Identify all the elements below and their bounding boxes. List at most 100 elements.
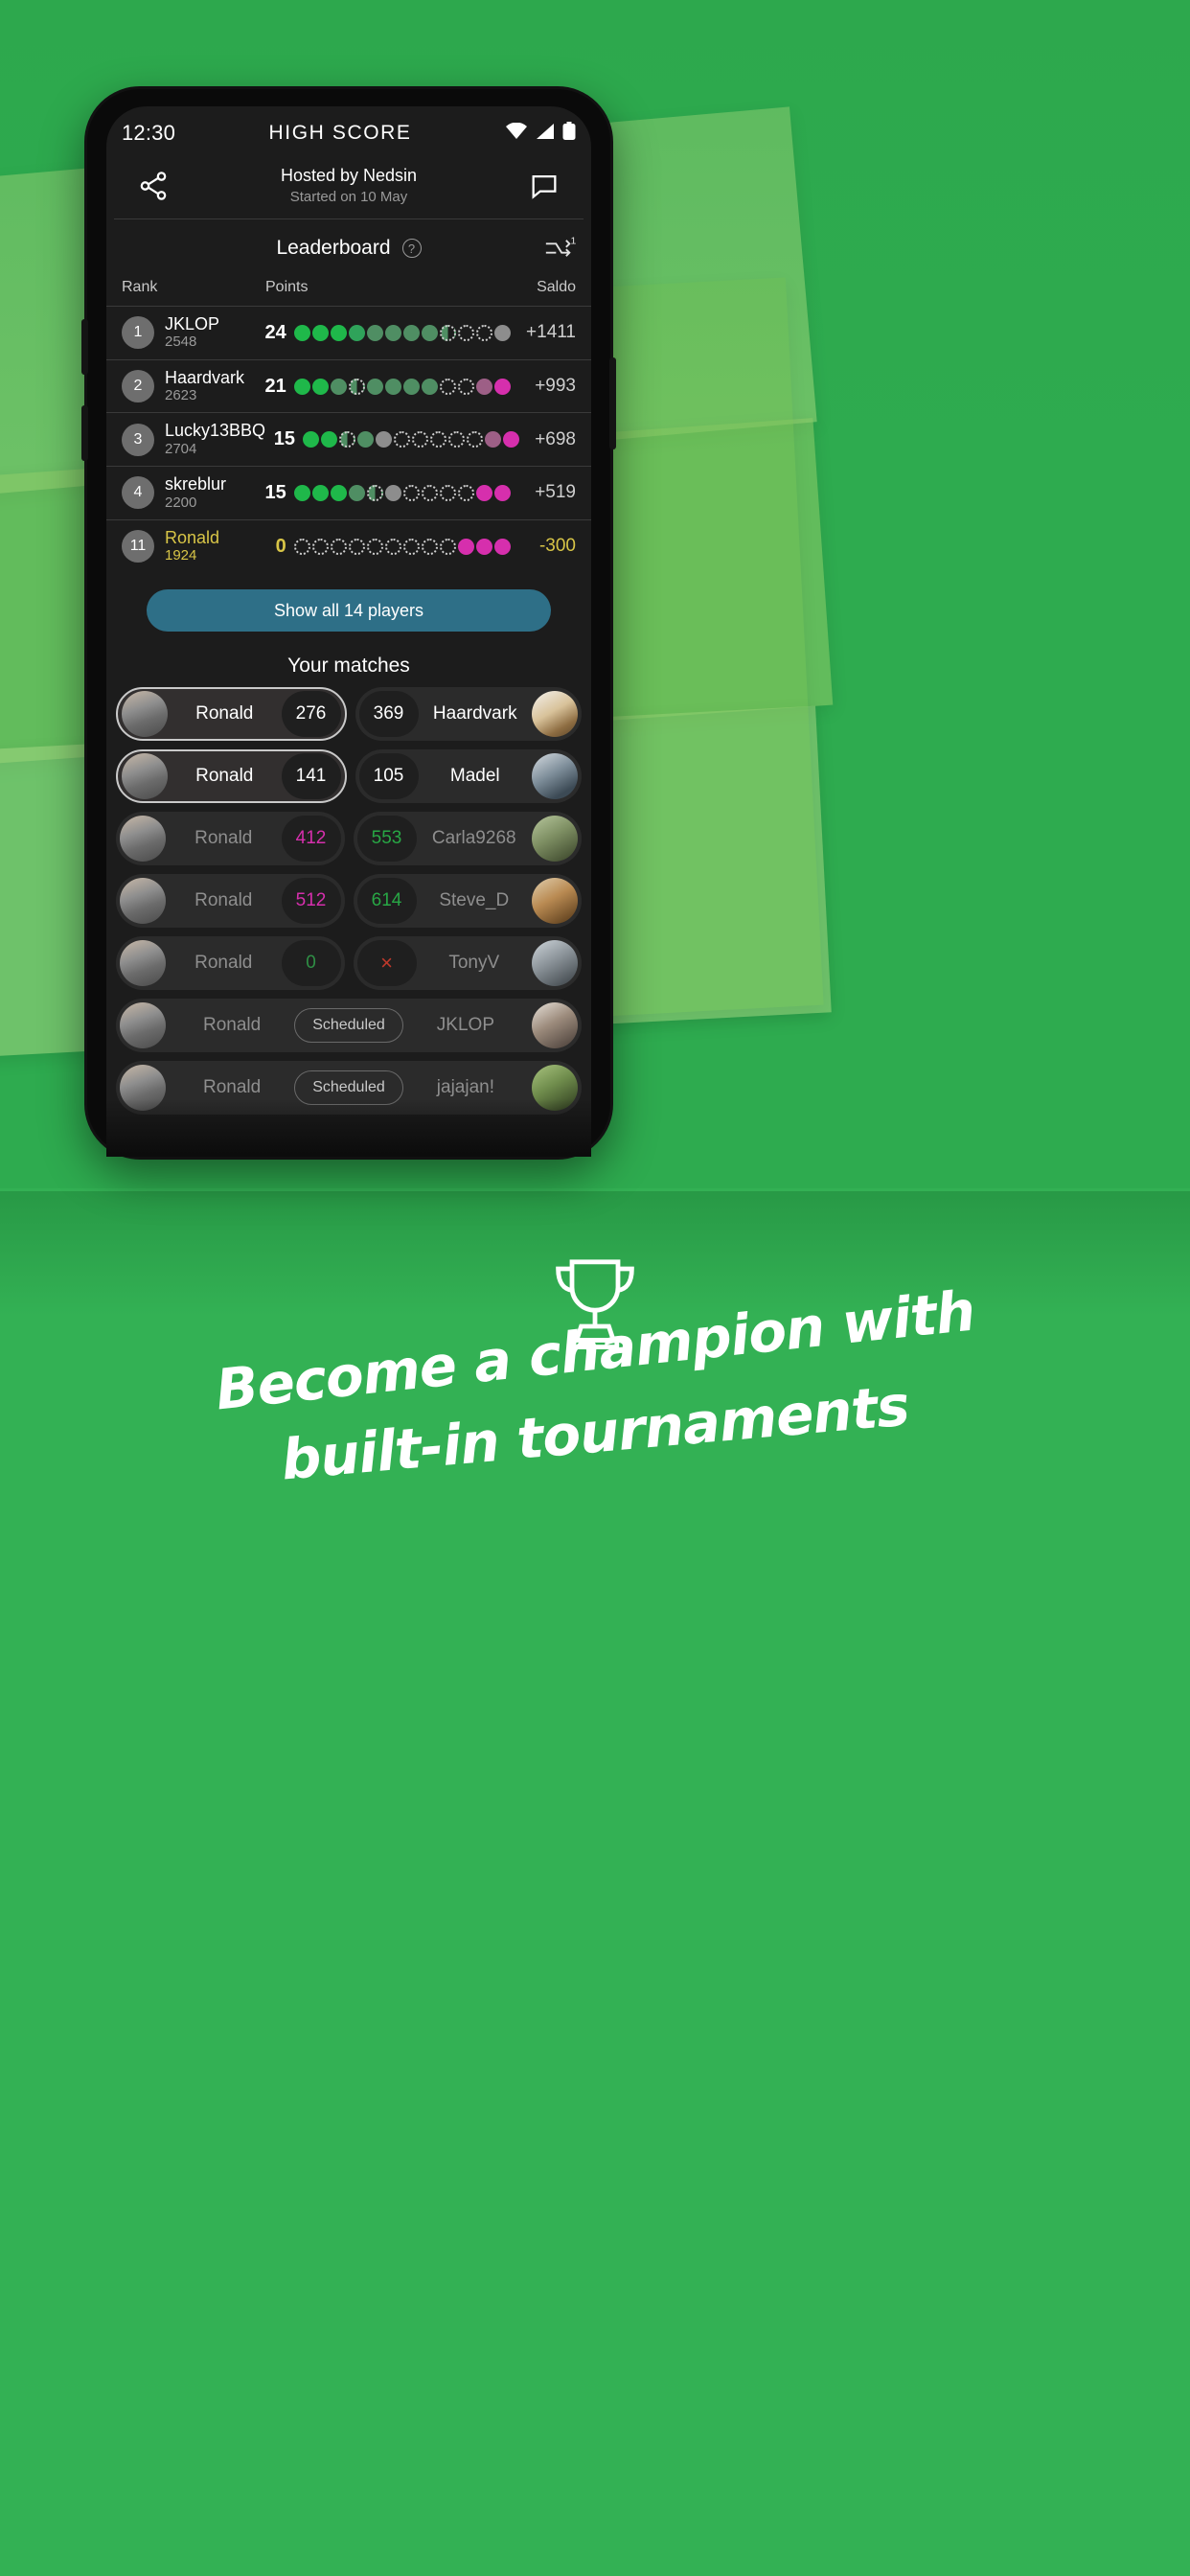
status-icons bbox=[505, 121, 576, 146]
progress-dots bbox=[293, 538, 511, 555]
match-row: Ronald Scheduled jajajan! bbox=[116, 1061, 582, 1116]
progress-dot bbox=[447, 431, 465, 448]
match-card-right[interactable]: 105 Madel bbox=[355, 749, 582, 804]
host-header: Hosted by Nedsin Started on 10 May bbox=[106, 160, 591, 218]
power-button[interactable] bbox=[609, 357, 616, 449]
shuffle-badge: 1 bbox=[571, 235, 577, 246]
help-icon[interactable]: ? bbox=[401, 239, 422, 258]
match-row: Ronald Scheduled JKLOP bbox=[116, 999, 582, 1053]
match-card-right[interactable]: 369 Haardvark bbox=[355, 687, 582, 742]
progress-dot bbox=[366, 484, 383, 501]
player-name: Ronald bbox=[165, 527, 220, 547]
match-player-name: Ronald bbox=[195, 828, 253, 849]
player-name-group: JKLOP 2548 bbox=[165, 314, 252, 351]
progress-dot bbox=[429, 431, 446, 448]
leaderboard-label: Leaderboard bbox=[276, 237, 391, 259]
shuffle-button[interactable]: 1 bbox=[524, 235, 578, 262]
player-saldo: +993 bbox=[535, 376, 576, 397]
match-card-right[interactable]: 614 Steve_D bbox=[353, 874, 582, 929]
table-row[interactable]: 11 Ronald 1924 0 -300 bbox=[106, 518, 591, 573]
share-button[interactable] bbox=[127, 170, 179, 202]
progress-dot bbox=[330, 484, 347, 501]
table-row[interactable]: 1 JKLOP 2548 24 +1411 bbox=[106, 306, 591, 359]
column-headers: Rank Points Saldo bbox=[106, 273, 591, 306]
close-icon: × bbox=[356, 940, 417, 987]
hosted-by-label: Hosted by Nedsin bbox=[280, 166, 418, 185]
progress-dot bbox=[475, 378, 492, 395]
progress-dot bbox=[493, 378, 511, 395]
progress-dot bbox=[293, 324, 310, 341]
progress-dot bbox=[348, 324, 365, 341]
match-card[interactable]: Ronald Scheduled jajajan! bbox=[116, 1061, 582, 1116]
progress-dot bbox=[375, 431, 392, 448]
progress-dot bbox=[421, 378, 438, 395]
match-opponent-name: Madel bbox=[449, 766, 500, 787]
progress-dot bbox=[493, 538, 511, 555]
show-all-players-button[interactable]: Show all 14 players bbox=[147, 589, 551, 632]
status-badge: Scheduled bbox=[294, 1008, 403, 1044]
app-title: HIGH SCORE bbox=[268, 122, 412, 144]
match-player-name: Ronald bbox=[195, 890, 253, 911]
progress-dot bbox=[366, 324, 383, 341]
match-player-name: Ronald bbox=[195, 766, 254, 787]
leaderboard-title-group: Leaderboard ? bbox=[173, 237, 524, 260]
column-rank: Rank bbox=[122, 279, 158, 295]
column-points: Points bbox=[265, 279, 309, 295]
match-row: Ronald 276 369 Haardvark bbox=[116, 687, 582, 742]
avatar bbox=[532, 940, 578, 987]
match-card-left[interactable]: Ronald 412 bbox=[116, 812, 345, 866]
player-points: 24 bbox=[264, 321, 286, 343]
volume-up-button[interactable] bbox=[81, 319, 88, 375]
match-card[interactable]: Ronald Scheduled JKLOP bbox=[116, 999, 582, 1053]
player-score: 2704 bbox=[165, 440, 197, 457]
wifi-icon bbox=[505, 122, 528, 145]
player-saldo: +698 bbox=[535, 428, 576, 449]
table-row[interactable]: 2 Haardvark 2623 21 +993 bbox=[106, 358, 591, 413]
progress-dot bbox=[320, 431, 337, 448]
progress-dot bbox=[330, 324, 347, 341]
table-row[interactable]: 3 Lucky13BBQ 2704 15 +698 bbox=[106, 412, 591, 466]
progress-dot bbox=[348, 538, 365, 555]
avatar bbox=[122, 753, 168, 800]
player-name-group: Lucky13BBQ 2704 bbox=[165, 421, 266, 457]
match-opponent-score: 553 bbox=[356, 816, 417, 862]
player-points: 0 bbox=[275, 535, 286, 557]
avatar bbox=[532, 753, 578, 800]
match-player-name: Ronald bbox=[195, 953, 253, 974]
phone-screen: 12:30 HIGH SCORE Hosted by Nedsin Starte… bbox=[106, 106, 591, 1157]
match-card-left[interactable]: Ronald 0 bbox=[116, 936, 345, 991]
match-card-right[interactable]: 553 Carla9268 bbox=[353, 812, 582, 866]
battery-icon bbox=[562, 121, 576, 146]
volume-down-button[interactable] bbox=[81, 405, 88, 461]
player-points: 15 bbox=[273, 428, 295, 450]
match-player-name: Ronald bbox=[202, 1015, 262, 1036]
rank-badge: 11 bbox=[122, 530, 154, 564]
rank-badge: 3 bbox=[122, 423, 154, 456]
match-card-right[interactable]: × TonyV bbox=[353, 936, 582, 991]
avatar bbox=[532, 691, 578, 738]
player-name: Lucky13BBQ bbox=[165, 421, 266, 441]
match-opponent-name: jajajan! bbox=[436, 1077, 495, 1098]
match-opponent-name: JKLOP bbox=[436, 1015, 494, 1036]
progress-dot bbox=[311, 324, 329, 341]
progress-dot bbox=[356, 431, 374, 448]
progress-dot bbox=[402, 378, 420, 395]
match-player-score: 276 bbox=[281, 691, 341, 738]
progress-dot bbox=[475, 324, 492, 341]
match-card-left[interactable]: Ronald 512 bbox=[116, 874, 345, 929]
progress-dot bbox=[475, 484, 492, 501]
table-row[interactable]: 4 skreblur 2200 15 +519 bbox=[106, 466, 591, 519]
progress-dot bbox=[475, 538, 492, 555]
progress-dot bbox=[293, 538, 310, 555]
leaderboard-rows: 1 JKLOP 2548 24 +1411 2 Haardvark 2623 21 +993 3 Lu… bbox=[106, 306, 591, 572]
player-saldo: +519 bbox=[535, 482, 576, 503]
player-saldo: -300 bbox=[538, 536, 576, 557]
match-opponent-name: Haardvark bbox=[432, 703, 517, 724]
progress-dot bbox=[457, 378, 474, 395]
match-card-left[interactable]: Ronald 276 bbox=[116, 687, 347, 742]
chat-button[interactable] bbox=[518, 170, 570, 202]
match-card-left[interactable]: Ronald 141 bbox=[116, 749, 347, 804]
avatar bbox=[532, 816, 578, 862]
avatar bbox=[122, 691, 168, 738]
avatar bbox=[120, 1065, 166, 1112]
